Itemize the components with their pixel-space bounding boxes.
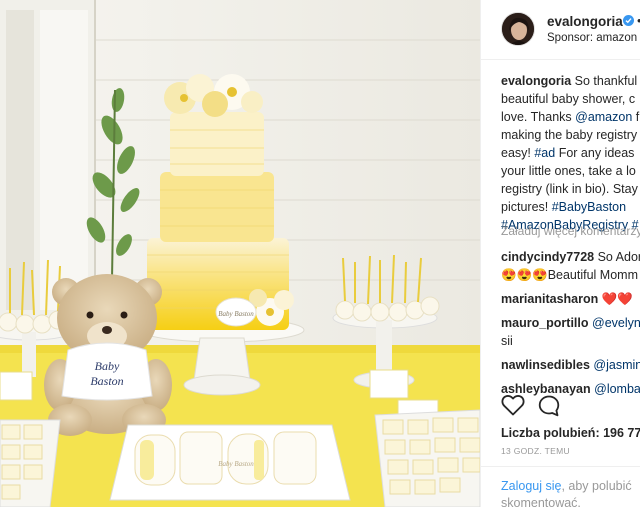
caption-text: your little ones, take a lo xyxy=(501,164,636,178)
login-prompt-rest: , aby polubić xyxy=(561,479,632,493)
comment-mention[interactable]: @evelyne xyxy=(592,316,640,330)
caption-text: pictures! xyxy=(501,200,552,214)
caption-text: For any ideas xyxy=(555,146,635,160)
comment-username[interactable]: mauro_portillo xyxy=(501,316,589,330)
caption-line: registry (link in bio). Stay xyxy=(501,180,640,198)
caption-text: beautiful baby shower, c xyxy=(501,92,636,106)
caption-line: evalongoria So thankful xyxy=(501,72,640,90)
comment-text-continued: 😍😍😍Beautiful Momm xyxy=(501,268,638,282)
comment-username[interactable]: nawlinsedibles xyxy=(501,358,590,372)
comment-text-continued: sii xyxy=(501,334,513,348)
caption-text: easy! xyxy=(501,146,535,160)
load-more-comments-link[interactable]: Załaduj więcej komentarzy xyxy=(501,224,640,238)
avatar-image xyxy=(502,13,534,45)
likes-count[interactable]: Liczba polubień: 196 777 xyxy=(501,426,640,440)
cake-plaque-text: Baby Baston xyxy=(218,310,254,318)
comment-item: cindycindy7728 So Ador 😍😍😍Beautiful Momm xyxy=(501,248,640,284)
login-link[interactable]: Zaloguj się xyxy=(501,479,561,493)
comment-text: So Ador xyxy=(594,250,640,264)
bear-shirt-line1: Baby xyxy=(95,359,120,373)
action-bar xyxy=(501,394,640,420)
cookie-plaque-text: Baby Baston xyxy=(218,460,254,468)
footer-divider xyxy=(481,466,640,467)
caption-line: beautiful baby shower, c xyxy=(501,90,640,108)
heart-outline-icon[interactable] xyxy=(501,394,525,421)
speech-bubble-icon[interactable] xyxy=(537,394,561,423)
post-timestamp[interactable]: 13 GODZ. TEMU xyxy=(501,446,570,456)
caption-line: your little ones, take a lo xyxy=(501,162,640,180)
comment-item: marianitasharon ❤️❤️ xyxy=(501,290,640,308)
bear-shirt-line2: Baston xyxy=(90,374,123,388)
caption-username[interactable]: evalongoria xyxy=(501,74,571,88)
caption-text: f xyxy=(632,110,640,124)
sponsor-label[interactable]: Sponsor: amazon xyxy=(547,32,637,44)
post-username[interactable]: evalongoria xyxy=(547,14,623,29)
login-prompt: Zaloguj się, aby polubić skomentować. xyxy=(501,478,632,507)
post-caption: evalongoria So thankful beautiful baby sh… xyxy=(501,72,640,234)
caption-line: making the baby registry xyxy=(501,126,640,144)
post-photo[interactable]: Baby Baston Baby Baston Baby Baston xyxy=(0,0,480,507)
baby-shower-photo: Baby Baston Baby Baston Baby Baston xyxy=(0,0,480,507)
comment-mention[interactable]: @jasminn xyxy=(593,358,640,372)
post-sidebar: evalongoria • Sponsor: amazon evalongori… xyxy=(480,0,640,507)
caption-line: love. Thanks @amazon f xyxy=(501,108,640,126)
comment-text: ❤️❤️ xyxy=(598,292,633,306)
login-prompt-line2: skomentować. xyxy=(501,496,581,507)
caption-text: registry (link in bio). Stay xyxy=(501,182,638,196)
comment-item: nawlinsedibles @jasminn xyxy=(501,356,640,374)
comment-item: mauro_portillo @evelyne sii xyxy=(501,314,640,350)
caption-text: So thankful xyxy=(571,74,638,88)
comments-list: cindycindy7728 So Ador 😍😍😍Beautiful Momm m… xyxy=(501,248,640,404)
post-header: evalongoria • Sponsor: amazon xyxy=(481,0,640,60)
caption-line: pictures! #BabyBaston xyxy=(501,198,640,216)
caption-hashtag[interactable]: #ad xyxy=(534,146,555,160)
verified-badge-icon xyxy=(623,15,634,26)
comment-username[interactable]: marianitasharon xyxy=(501,292,598,306)
caption-hashtag[interactable]: #BabyBaston xyxy=(552,200,626,214)
avatar[interactable] xyxy=(501,12,535,46)
caption-text: making the baby registry xyxy=(501,128,638,142)
comment-username[interactable]: cindycindy7728 xyxy=(501,250,594,264)
caption-hashtag[interactable]: @amazon xyxy=(575,110,632,124)
caption-text: love. Thanks xyxy=(501,110,576,124)
caption-line: easy! #ad For any ideas xyxy=(501,144,640,162)
